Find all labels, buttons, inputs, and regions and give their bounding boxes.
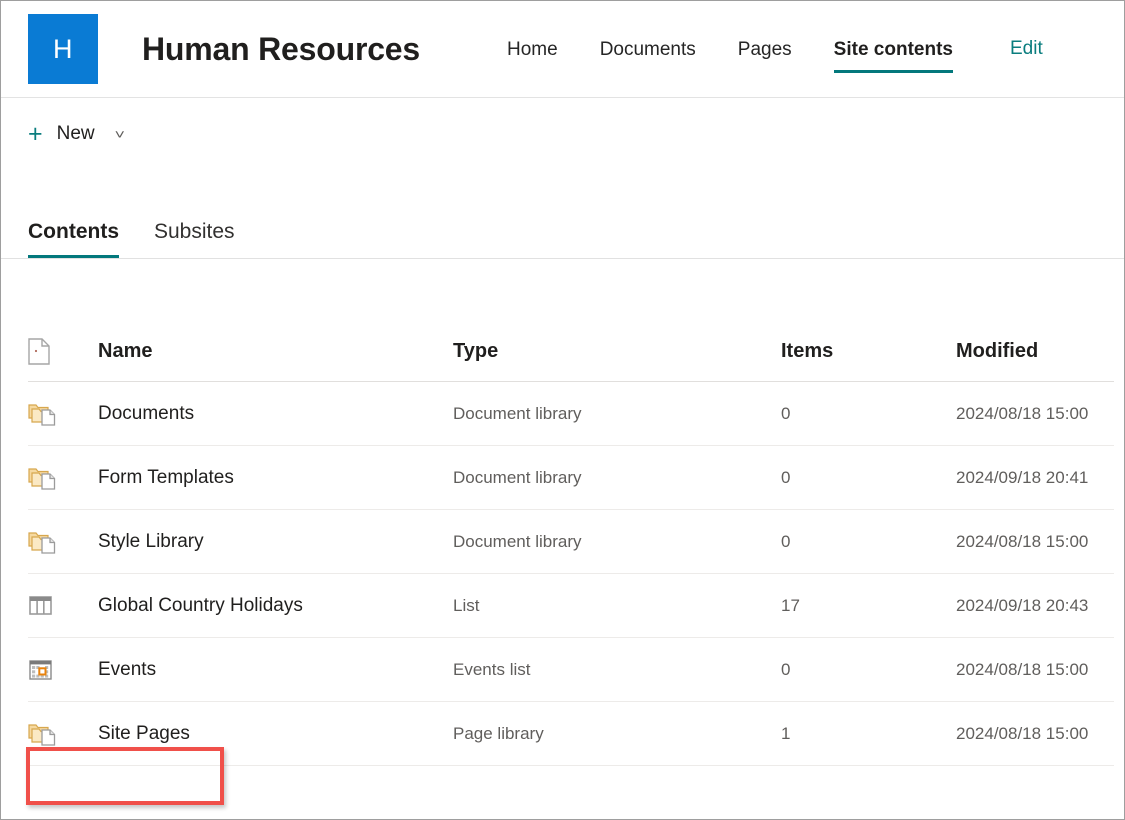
table-row[interactable]: Documents Document library 0 2024/08/18 …: [28, 382, 1114, 446]
table-row[interactable]: Events Events list 0 2024/08/18 15:00: [28, 638, 1114, 702]
calendar-icon: [28, 658, 54, 682]
row-name[interactable]: Style Library: [98, 531, 453, 553]
row-name[interactable]: Global Country Holidays: [98, 595, 453, 617]
row-items: 0: [781, 404, 956, 424]
row-icon: [28, 721, 98, 747]
edit-link[interactable]: Edit: [1010, 38, 1043, 60]
sharepoint-site-contents-page: H Human Resources Home Documents Pages S…: [0, 0, 1125, 820]
chevron-down-icon[interactable]: ˅: [114, 127, 124, 142]
row-name[interactable]: Site Pages: [98, 723, 453, 745]
site-title: Human Resources: [142, 31, 420, 68]
column-header-modified[interactable]: Modified: [956, 340, 1114, 363]
command-bar: + New ˅: [1, 98, 1124, 170]
site-logo[interactable]: H: [28, 14, 98, 84]
row-items: 17: [781, 596, 956, 616]
row-icon: [28, 401, 98, 427]
row-type: Events list: [453, 660, 781, 680]
site-header: H Human Resources Home Documents Pages S…: [1, 1, 1124, 98]
nav-item-home[interactable]: Home: [486, 40, 579, 59]
row-items: 0: [781, 468, 956, 488]
column-header-type[interactable]: Type: [453, 340, 781, 363]
table-row[interactable]: Global Country Holidays List 17 2024/09/…: [28, 574, 1114, 638]
tab-contents[interactable]: Contents: [28, 220, 119, 258]
row-name[interactable]: Documents: [98, 403, 453, 425]
row-icon: [28, 465, 98, 491]
document-library-icon: [28, 465, 58, 491]
top-navigation: Home Documents Pages Site contents Edit: [486, 14, 1043, 84]
row-modified: 2024/08/18 15:00: [956, 404, 1114, 424]
row-items: 1: [781, 724, 956, 744]
table-header-row: Name Type Items Modified: [28, 321, 1114, 382]
row-modified: 2024/08/18 15:00: [956, 724, 1114, 744]
row-items: 0: [781, 660, 956, 680]
row-modified: 2024/09/18 20:41: [956, 468, 1114, 488]
contents-table: Name Type Items Modified Documents Docum…: [1, 259, 1124, 766]
column-header-items[interactable]: Items: [781, 340, 956, 363]
document-library-icon: [28, 721, 58, 747]
new-button[interactable]: + New ˅: [28, 122, 123, 147]
table-row[interactable]: Form Templates Document library 0 2024/0…: [28, 446, 1114, 510]
row-icon: [28, 529, 98, 555]
list-icon: [28, 594, 54, 618]
row-type: List: [453, 596, 781, 616]
row-icon: [28, 658, 98, 682]
row-items: 0: [781, 532, 956, 552]
row-modified: 2024/08/18 15:00: [956, 660, 1114, 680]
pivot-tabs: Contents Subsites: [1, 170, 1124, 259]
row-type: Document library: [453, 468, 781, 488]
plus-icon: +: [28, 122, 43, 147]
nav-item-pages[interactable]: Pages: [717, 40, 813, 59]
row-name[interactable]: Events: [98, 659, 453, 681]
document-library-icon: [28, 401, 58, 427]
nav-item-site-contents[interactable]: Site contents: [813, 40, 974, 59]
row-type: Document library: [453, 404, 781, 424]
row-type: Document library: [453, 532, 781, 552]
table-row[interactable]: Style Library Document library 0 2024/08…: [28, 510, 1114, 574]
column-header-icon[interactable]: [28, 338, 98, 365]
new-button-label: New: [57, 123, 95, 145]
tab-subsites[interactable]: Subsites: [154, 220, 235, 258]
row-name[interactable]: Form Templates: [98, 467, 453, 489]
file-icon: [28, 338, 50, 365]
table-row-site-pages[interactable]: Site Pages Page library 1 2024/08/18 15:…: [28, 702, 1114, 766]
row-modified: 2024/09/18 20:43: [956, 596, 1114, 616]
row-type: Page library: [453, 724, 781, 744]
row-modified: 2024/08/18 15:00: [956, 532, 1114, 552]
row-icon: [28, 594, 98, 618]
nav-item-documents[interactable]: Documents: [579, 40, 717, 59]
column-header-name[interactable]: Name: [98, 340, 453, 363]
document-library-icon: [28, 529, 58, 555]
